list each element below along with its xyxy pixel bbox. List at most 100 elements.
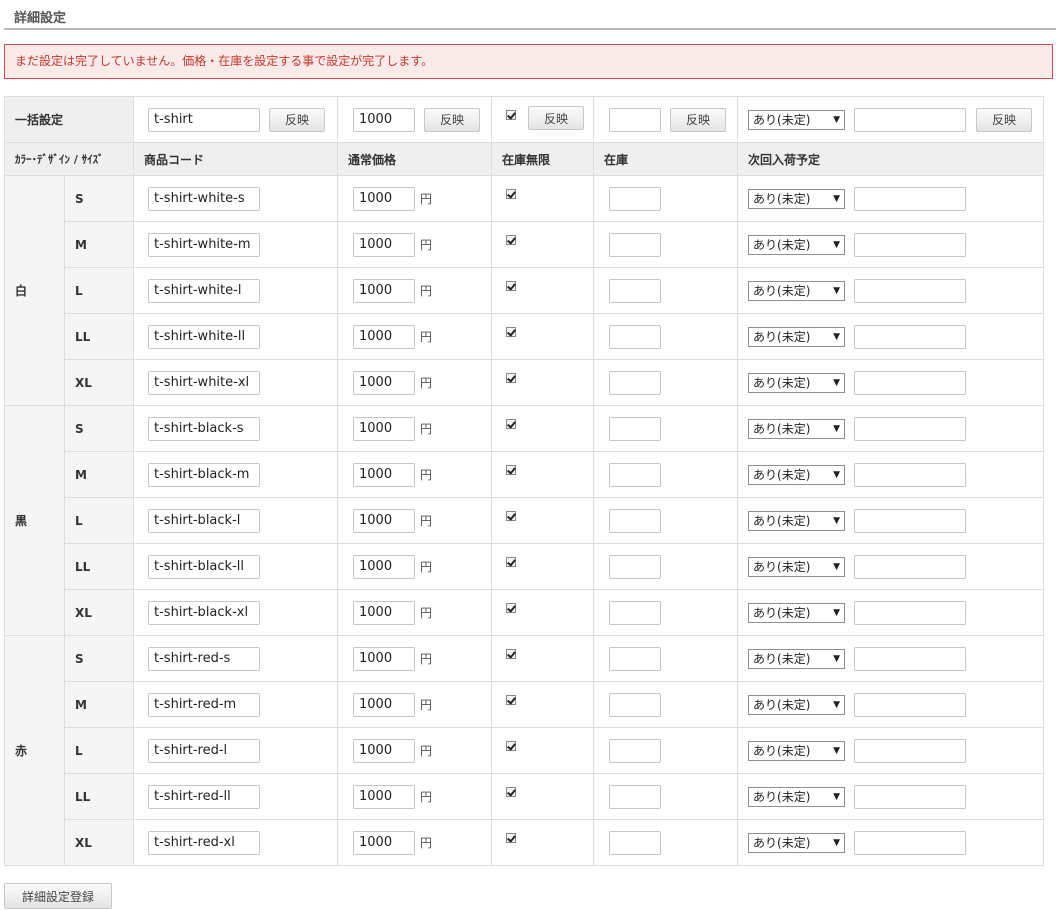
next-arrival-text[interactable]	[854, 232, 967, 257]
next-arrival-select[interactable]: あり(未定) ▼	[748, 832, 846, 853]
next-arrival-select[interactable]: あり(未定) ▼	[748, 372, 846, 393]
next-arrival-select[interactable]: あり(未定) ▼	[748, 464, 846, 485]
next-arrival-select[interactable]: あり(未定) ▼	[748, 280, 846, 301]
unlimited-stock-checkbox[interactable]	[506, 189, 517, 199]
stock-input[interactable]	[609, 692, 662, 717]
product-code-input[interactable]	[148, 278, 261, 303]
next-arrival-select[interactable]: あり(未定) ▼	[748, 786, 846, 807]
next-arrival-text[interactable]	[854, 692, 967, 717]
price-input[interactable]	[353, 554, 416, 579]
stock-input[interactable]	[609, 554, 662, 579]
product-code-input[interactable]	[148, 554, 261, 579]
next-arrival-text[interactable]	[854, 278, 967, 303]
price-input[interactable]	[353, 692, 416, 717]
product-code-input[interactable]	[148, 600, 261, 625]
bulk-code-input[interactable]	[148, 107, 261, 132]
next-arrival-text[interactable]	[854, 370, 967, 395]
unlimited-stock-checkbox[interactable]	[506, 787, 517, 797]
bulk-unlimited-checkbox[interactable]	[506, 110, 517, 120]
bulk-unlimited-apply-button[interactable]: 反映	[528, 106, 585, 130]
product-code-input[interactable]	[148, 462, 261, 487]
product-code-input[interactable]	[148, 646, 261, 671]
next-arrival-select[interactable]: あり(未定) ▼	[748, 326, 846, 347]
next-arrival-select[interactable]: あり(未定) ▼	[748, 556, 846, 577]
bulk-stock-apply-button[interactable]: 反映	[670, 107, 727, 132]
product-code-input[interactable]	[148, 232, 261, 257]
next-arrival-text[interactable]	[854, 554, 967, 579]
stock-input[interactable]	[609, 370, 662, 395]
price-input[interactable]	[353, 278, 416, 303]
price-input[interactable]	[353, 830, 416, 855]
price-input[interactable]	[353, 784, 416, 809]
product-code-input[interactable]	[148, 186, 261, 211]
bulk-code-apply-button[interactable]: 反映	[269, 107, 326, 132]
next-arrival-select[interactable]: あり(未定) ▼	[748, 418, 846, 439]
bulk-stock-input[interactable]	[609, 107, 662, 132]
bulk-price-apply-button[interactable]: 反映	[424, 107, 481, 132]
price-input[interactable]	[353, 370, 416, 395]
unlimited-stock-checkbox[interactable]	[506, 373, 517, 383]
price-input[interactable]	[353, 738, 416, 763]
next-arrival-select[interactable]: あり(未定) ▼	[748, 740, 846, 761]
price-input[interactable]	[353, 416, 416, 441]
next-arrival-text[interactable]	[854, 508, 967, 533]
product-code-input[interactable]	[148, 830, 261, 855]
unlimited-stock-checkbox[interactable]	[506, 419, 517, 429]
register-details-button[interactable]: 詳細設定登録	[4, 883, 112, 909]
next-arrival-text[interactable]	[854, 784, 967, 809]
price-input[interactable]	[353, 600, 416, 625]
unlimited-stock-checkbox[interactable]	[506, 695, 517, 705]
next-arrival-select[interactable]: あり(未定) ▼	[748, 234, 846, 255]
next-arrival-text[interactable]	[854, 462, 967, 487]
stock-input[interactable]	[609, 324, 662, 349]
price-input[interactable]	[353, 646, 416, 671]
unlimited-stock-checkbox[interactable]	[506, 603, 517, 613]
next-arrival-select[interactable]: あり(未定) ▼	[748, 510, 846, 531]
bulk-next-arrival-apply-button[interactable]: 反映	[976, 107, 1033, 132]
unlimited-stock-checkbox[interactable]	[506, 465, 517, 475]
next-arrival-select[interactable]: あり(未定) ▼	[748, 602, 846, 623]
next-arrival-text[interactable]	[854, 646, 967, 671]
stock-input[interactable]	[609, 784, 662, 809]
next-arrival-select[interactable]: あり(未定) ▼	[748, 694, 846, 715]
price-input[interactable]	[353, 462, 416, 487]
product-code-input[interactable]	[148, 370, 261, 395]
stock-input[interactable]	[609, 462, 662, 487]
next-arrival-text[interactable]	[854, 830, 967, 855]
price-input[interactable]	[353, 186, 416, 211]
stock-input[interactable]	[609, 508, 662, 533]
unlimited-stock-checkbox[interactable]	[506, 649, 517, 659]
price-input[interactable]	[353, 232, 416, 257]
stock-input[interactable]	[609, 738, 662, 763]
stock-input[interactable]	[609, 830, 662, 855]
bulk-price-input[interactable]	[353, 107, 416, 132]
next-arrival-text[interactable]	[854, 324, 967, 349]
unlimited-stock-checkbox[interactable]	[506, 235, 517, 245]
product-code-input[interactable]	[148, 508, 261, 533]
stock-input[interactable]	[609, 278, 662, 303]
unlimited-stock-checkbox[interactable]	[506, 327, 517, 337]
next-arrival-text[interactable]	[854, 186, 967, 211]
next-arrival-select[interactable]: あり(未定) ▼	[748, 188, 846, 209]
next-arrival-text[interactable]	[854, 416, 967, 441]
unlimited-stock-checkbox[interactable]	[506, 833, 517, 843]
product-code-input[interactable]	[148, 692, 261, 717]
unlimited-stock-checkbox[interactable]	[506, 741, 517, 751]
stock-input[interactable]	[609, 186, 662, 211]
stock-input[interactable]	[609, 646, 662, 671]
product-code-input[interactable]	[148, 784, 261, 809]
unlimited-stock-checkbox[interactable]	[506, 511, 517, 521]
next-arrival-text[interactable]	[854, 738, 967, 763]
stock-input[interactable]	[609, 600, 662, 625]
unlimited-stock-checkbox[interactable]	[506, 557, 517, 567]
next-arrival-select[interactable]: あり(未定) ▼	[748, 648, 846, 669]
bulk-next-arrival-text[interactable]	[854, 107, 967, 132]
product-code-input[interactable]	[148, 416, 261, 441]
unlimited-stock-checkbox[interactable]	[506, 281, 517, 291]
price-input[interactable]	[353, 508, 416, 533]
price-input[interactable]	[353, 324, 416, 349]
stock-input[interactable]	[609, 232, 662, 257]
next-arrival-text[interactable]	[854, 600, 967, 625]
product-code-input[interactable]	[148, 324, 261, 349]
product-code-input[interactable]	[148, 738, 261, 763]
